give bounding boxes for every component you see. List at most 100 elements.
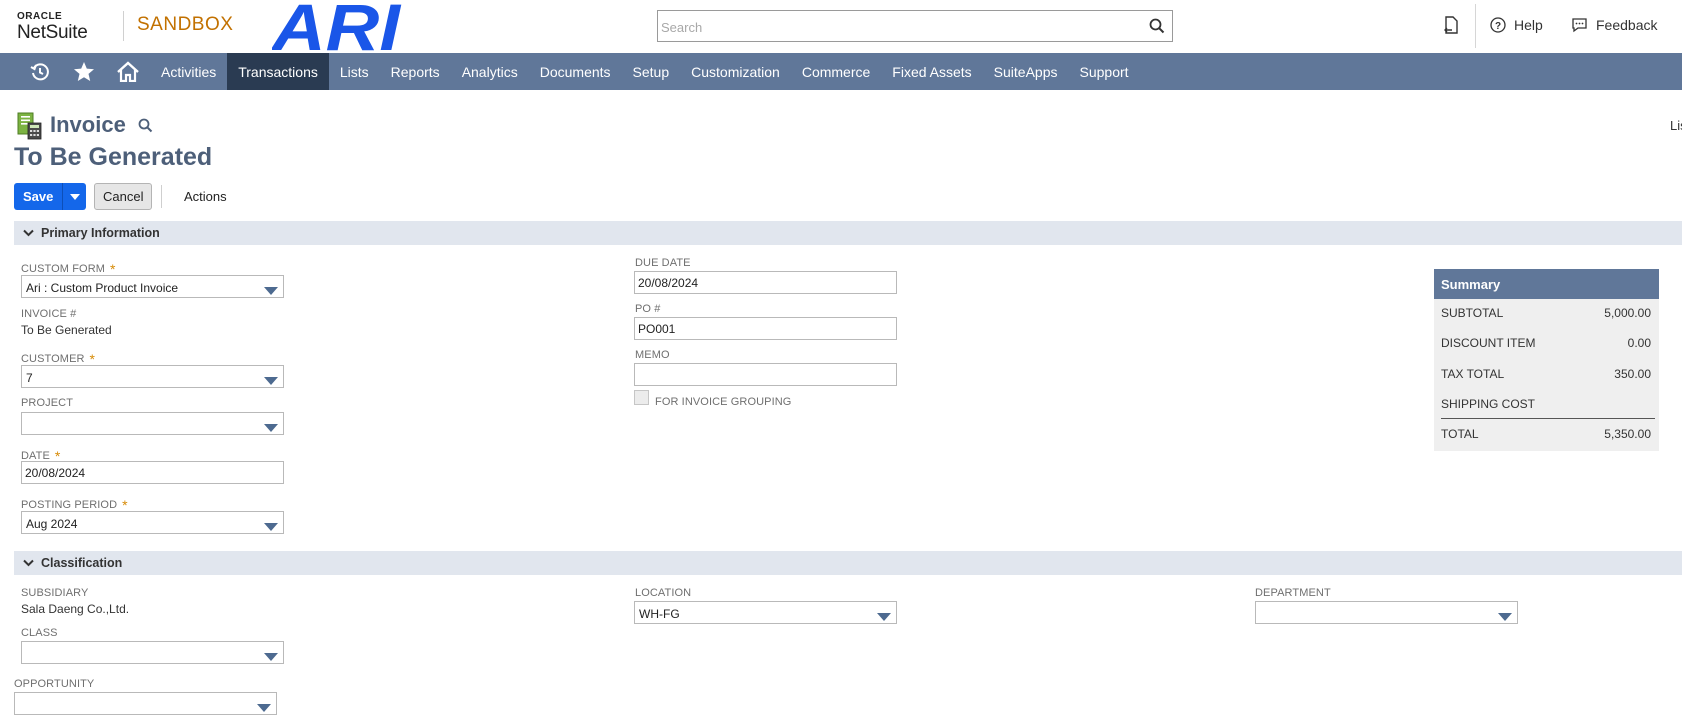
actions-menu[interactable]: Actions xyxy=(184,189,227,204)
posting-period-value: Aug 2024 xyxy=(26,517,78,531)
global-search[interactable] xyxy=(657,10,1173,42)
summary-label: SHIPPING COST xyxy=(1441,397,1536,411)
po-number-label: PO # xyxy=(635,303,661,315)
summary-label: SUBTOTAL xyxy=(1441,306,1504,320)
netsuite-wordmark: NetSuite xyxy=(17,22,88,43)
nav-customization[interactable]: Customization xyxy=(680,53,791,90)
global-header: ORACLE NetSuite SANDBOX ARI ? Help Feedb… xyxy=(0,0,1682,64)
svg-text:?: ? xyxy=(1495,21,1501,32)
summary-row-discount: DISCOUNT ITEM 0.00 xyxy=(1441,336,1651,350)
dropdown-arrow-icon[interactable] xyxy=(257,701,271,715)
chevron-down-icon xyxy=(23,559,34,567)
search-input[interactable] xyxy=(661,17,1131,37)
summary-row-subtotal: SUBTOTAL 5,000.00 xyxy=(1441,306,1651,320)
dropdown-arrow-icon[interactable] xyxy=(1498,610,1512,624)
summary-title: Summary xyxy=(1434,269,1659,299)
classification-section-header[interactable]: Classification xyxy=(14,551,1682,575)
help-link[interactable]: ? Help xyxy=(1490,17,1543,33)
project-label: PROJECT xyxy=(21,397,74,409)
dropdown-arrow-icon[interactable] xyxy=(877,610,891,624)
nav-commerce[interactable]: Commerce xyxy=(791,53,881,90)
due-date-input[interactable]: 20/08/2024 xyxy=(634,271,897,294)
opportunity-select[interactable] xyxy=(14,692,277,715)
chevron-down-icon xyxy=(23,229,34,237)
company-logo: ARI xyxy=(270,0,404,64)
sandbox-badge: SANDBOX xyxy=(137,14,234,35)
recent-records-icon[interactable] xyxy=(1443,16,1460,40)
save-button-group: Save xyxy=(14,183,87,210)
search-icon[interactable] xyxy=(1149,18,1165,39)
nav-transactions[interactable]: Transactions xyxy=(227,53,329,90)
memo-input[interactable] xyxy=(634,363,897,386)
invoice-grouping-label: FOR INVOICE GROUPING xyxy=(655,396,792,408)
summary-label: TAX TOTAL xyxy=(1441,367,1505,381)
star-icon[interactable] xyxy=(62,53,106,90)
customer-label: CUSTOMER * xyxy=(21,351,96,367)
dropdown-arrow-icon[interactable] xyxy=(264,650,278,664)
nav-fixed-assets[interactable]: Fixed Assets xyxy=(881,53,982,90)
primary-information-section-header[interactable]: Primary Information xyxy=(14,221,1682,245)
save-options-button[interactable] xyxy=(63,183,87,210)
summary-row-tax: TAX TOTAL 350.00 xyxy=(1441,367,1651,381)
section-title: Primary Information xyxy=(41,226,160,240)
list-link[interactable]: List xyxy=(1670,118,1682,133)
nav-lists[interactable]: Lists xyxy=(329,53,380,90)
feedback-label: Feedback xyxy=(1596,17,1658,33)
search-icon[interactable] xyxy=(138,118,153,138)
nav-support[interactable]: Support xyxy=(1069,53,1140,90)
netsuite-logo[interactable]: ORACLE NetSuite xyxy=(17,11,88,44)
project-select[interactable] xyxy=(21,412,284,435)
opportunity-label: OPPORTUNITY xyxy=(14,678,95,690)
feedback-link[interactable]: Feedback xyxy=(1571,17,1657,33)
posting-period-label: POSTING PERIOD * xyxy=(21,497,128,513)
department-select[interactable] xyxy=(1255,601,1518,624)
customer-select[interactable]: 7 xyxy=(21,365,284,388)
home-icon[interactable] xyxy=(106,53,150,90)
dropdown-arrow-icon[interactable] xyxy=(264,520,278,534)
oracle-wordmark: ORACLE xyxy=(17,11,63,22)
cancel-button[interactable]: Cancel xyxy=(94,183,153,210)
class-label: CLASS xyxy=(21,627,58,639)
location-select[interactable]: WH-FG xyxy=(634,601,897,624)
posting-period-select[interactable]: Aug 2024 xyxy=(21,511,284,534)
nav-reports[interactable]: Reports xyxy=(380,53,451,90)
custom-form-label: CUSTOM FORM * xyxy=(21,261,116,277)
nav-analytics[interactable]: Analytics xyxy=(451,53,529,90)
summary-row-shipping: SHIPPING COST xyxy=(1441,397,1651,411)
dropdown-arrow-icon[interactable] xyxy=(264,421,278,435)
summary-value: 350.00 xyxy=(1614,367,1651,381)
po-number-input[interactable]: PO001 xyxy=(634,317,897,340)
date-input[interactable]: 20/08/2024 xyxy=(21,461,284,484)
location-label: LOCATION xyxy=(635,587,692,599)
invoice-grouping-checkbox[interactable] xyxy=(634,390,649,405)
chevron-down-icon xyxy=(69,193,80,200)
invoice-number-value: To Be Generated xyxy=(21,323,112,337)
nav-activities[interactable]: Activities xyxy=(150,53,227,90)
help-icon: ? xyxy=(1490,17,1506,33)
record-name: To Be Generated xyxy=(14,143,213,171)
nav-suiteapps[interactable]: SuiteApps xyxy=(983,53,1069,90)
header-divider xyxy=(1475,4,1476,48)
recent-records-icon[interactable] xyxy=(18,53,62,90)
summary-row-total: TOTAL 5,350.00 xyxy=(1441,427,1651,441)
summary-value: 0.00 xyxy=(1627,336,1651,350)
logo-divider xyxy=(123,11,124,41)
subsidiary-value: Sala Daeng Co.,Ltd. xyxy=(21,602,130,616)
dropdown-arrow-icon[interactable] xyxy=(264,284,278,298)
nav-setup[interactable]: Setup xyxy=(622,53,681,90)
summary-label: TOTAL xyxy=(1441,427,1479,441)
class-select[interactable] xyxy=(21,641,284,664)
summary-value: 5,000.00 xyxy=(1604,306,1651,320)
section-title: Classification xyxy=(41,556,123,570)
nav-documents[interactable]: Documents xyxy=(529,53,622,90)
main-navigation: Activities Transactions Lists Reports An… xyxy=(0,53,1682,90)
feedback-icon xyxy=(1572,18,1587,33)
invoice-number-label: INVOICE # xyxy=(21,308,77,320)
company-logo-text: ARI xyxy=(272,0,402,53)
invoice-record-icon xyxy=(17,112,43,145)
custom-form-select[interactable]: Ari : Custom Product Invoice xyxy=(21,275,284,298)
dropdown-arrow-icon[interactable] xyxy=(264,374,278,388)
help-label: Help xyxy=(1514,17,1543,33)
page-title: Invoice xyxy=(50,112,126,137)
save-button[interactable]: Save xyxy=(14,183,64,210)
